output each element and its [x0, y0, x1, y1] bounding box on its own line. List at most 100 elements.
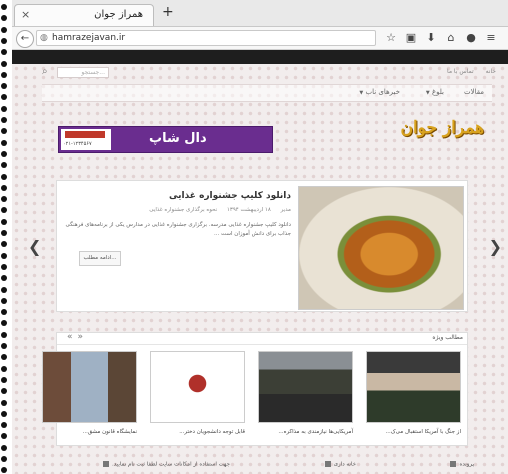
- binder-hole: [1, 388, 7, 395]
- binder-hole: [1, 410, 7, 417]
- special-post-caption-2[interactable]: آمریکایی‌ها نیازمندی به مذاکره...: [278, 429, 353, 435]
- footer-bar: پرونده خانه داری جهت استفاده از امکانات …: [56, 459, 476, 474]
- binder-hole: [1, 128, 7, 135]
- binder-hole: [1, 252, 7, 259]
- special-post-thumb-4[interactable]: [42, 351, 137, 423]
- binder-hole: [1, 297, 7, 304]
- search-placeholder: جستجو...: [81, 69, 105, 76]
- chevron-down-icon: ▼: [425, 90, 430, 96]
- binder-hole: [1, 26, 7, 33]
- slider-next-arrow-icon[interactable]: ❯: [489, 237, 502, 256]
- globe-icon: ◍: [40, 33, 48, 43]
- binder-hole: [1, 433, 7, 440]
- binder-hole: [1, 354, 7, 361]
- binder-hole: [1, 37, 7, 44]
- back-button[interactable]: ←: [16, 30, 34, 48]
- footer-item-case[interactable]: پرونده: [447, 461, 474, 468]
- new-tab-button[interactable]: +: [162, 4, 174, 20]
- section-nav-arrows[interactable]: «»: [67, 332, 88, 342]
- slider-prev-arrow-icon[interactable]: ❮: [28, 237, 41, 256]
- menu-item-label: بلوغ: [431, 88, 444, 96]
- post-author: مدیر: [280, 207, 291, 213]
- binder-hole: [1, 94, 7, 101]
- binder-hole: [1, 117, 7, 123]
- special-post-thumb-1[interactable]: [366, 351, 461, 423]
- chevron-down-icon: ▼: [359, 90, 364, 96]
- menu-item-label: مقالات: [463, 88, 484, 96]
- ad-brand: دال شاپ: [149, 131, 207, 146]
- binder-hole: [1, 173, 7, 180]
- binder-hole: [1, 83, 7, 90]
- featured-post-excerpt: دانلود کلیپ جشنواره غذایی مدرسه. برگزاری…: [65, 222, 291, 237]
- link-contact[interactable]: تماس با ما: [447, 68, 474, 75]
- binder-hole: [1, 184, 7, 191]
- bookmark-star-icon[interactable]: ☆: [384, 30, 398, 46]
- post-date: ۱۸ اردیبهشت ۱۳۹۴: [226, 207, 271, 213]
- featured-post-title[interactable]: دانلود کلیپ جشنواره غذایی: [169, 191, 291, 201]
- search-icon[interactable]: ⌕: [42, 66, 48, 77]
- special-posts: مطالب ویژه «» از جنگ با آمریکا استقبال م…: [42, 332, 468, 446]
- binder-hole: [1, 60, 7, 67]
- menu-icon[interactable]: ≡: [484, 30, 498, 46]
- tab-bar: همراز جوان × +: [12, 0, 508, 27]
- footer-item-label: جهت استفاده از امکانات سایت لطفا ثبت نام…: [112, 461, 230, 468]
- banner-ad[interactable]: ۰۲۱-۱۲۳۴۵۶۷ دال شاپ: [58, 126, 273, 153]
- top-links: خانه تماس با ما: [437, 68, 496, 75]
- special-post-caption-3[interactable]: قابل توجه دانشجویان دختر...: [179, 429, 245, 435]
- special-post-caption-1[interactable]: از جنگ با آمریکا استقبال می‌ک...: [386, 429, 461, 435]
- featured-post-image[interactable]: [298, 186, 464, 310]
- read-more-button[interactable]: ادامه مطلب...: [79, 251, 121, 266]
- site-logo[interactable]: همراز جوان: [400, 118, 484, 138]
- binder-hole: [1, 376, 7, 383]
- tab-active[interactable]: همراز جوان ×: [14, 4, 154, 26]
- binder-hole: [1, 467, 7, 474]
- ad-product-panel: ۰۲۱-۱۲۳۴۵۶۷: [61, 129, 111, 150]
- binder-hole: [1, 320, 7, 327]
- binder-hole: [1, 4, 7, 10]
- ad-phone: ۰۲۱-۱۲۳۴۵۶۷: [63, 141, 92, 147]
- rss-icon: [450, 461, 457, 467]
- page-top-bar: [12, 50, 508, 64]
- menu-item-articles[interactable]: مقالات: [464, 88, 484, 96]
- binder-hole: [1, 230, 7, 236]
- ad-product-image: [65, 131, 105, 138]
- binder-hole: [1, 139, 7, 146]
- binder-hole: [1, 196, 7, 203]
- footer-register-note[interactable]: جهت استفاده از امکانات سایت لطفا ثبت نام…: [100, 461, 230, 468]
- binder-hole: [1, 263, 7, 270]
- link-home[interactable]: خانه: [486, 68, 496, 75]
- binder-hole: [1, 399, 7, 406]
- footer-item-housekeeping[interactable]: خانه داری: [322, 461, 356, 468]
- rss-icon: [103, 461, 110, 467]
- binder-hole: [1, 105, 7, 112]
- featured-post-meta: مدیر ۱۸ اردیبهشت ۱۳۹۴ نحوه برگذاری جشنوا…: [141, 207, 291, 213]
- section-title: مطالب ویژه: [432, 334, 463, 341]
- post-tag[interactable]: نحوه برگذاری جشنواره غذایی: [149, 207, 217, 213]
- download-icon[interactable]: ⬇: [424, 30, 438, 46]
- special-post-thumb-2[interactable]: [258, 351, 353, 423]
- menu-item-puberty[interactable]: بلوغ ▼: [426, 88, 444, 96]
- home-icon[interactable]: ⌂: [444, 30, 458, 46]
- search-input[interactable]: جستجو...: [57, 67, 109, 78]
- tab-title: همراز جوان: [94, 9, 143, 20]
- menu-item-news[interactable]: خبرهای ناب ▼: [359, 88, 400, 96]
- special-post-caption-4[interactable]: نمایشگاه قانون مشق...: [83, 429, 137, 435]
- browser-window: همراز جوان × + ← ◍ hamrazejavan.ir ☆ ▣ ⬇…: [12, 0, 508, 474]
- binder-hole: [1, 275, 7, 282]
- search-row: ⌕ جستجو...: [42, 66, 482, 80]
- address-bar[interactable]: ◍ hamrazejavan.ir: [36, 30, 376, 46]
- nav-bar: ← ◍ hamrazejavan.ir ☆ ▣ ⬇ ⌂ ● ≡: [12, 27, 508, 50]
- binder-hole: [1, 343, 7, 349]
- binder-hole: [1, 207, 7, 214]
- featured-post: دانلود کلیپ جشنواره غذایی مدیر ۱۸ اردیبه…: [56, 180, 468, 312]
- binder-hole: [1, 331, 7, 338]
- binder-hole: [1, 162, 7, 169]
- special-post-thumb-3[interactable]: [150, 351, 245, 423]
- footer-item-label: پرونده: [459, 461, 474, 468]
- binder-hole: [1, 150, 7, 157]
- footer-item-label: خانه داری: [333, 461, 356, 468]
- section-header: مطالب ویژه «»: [57, 332, 467, 345]
- chat-icon[interactable]: ●: [464, 30, 478, 46]
- close-tab-icon[interactable]: ×: [21, 8, 30, 21]
- reading-list-icon[interactable]: ▣: [404, 30, 418, 46]
